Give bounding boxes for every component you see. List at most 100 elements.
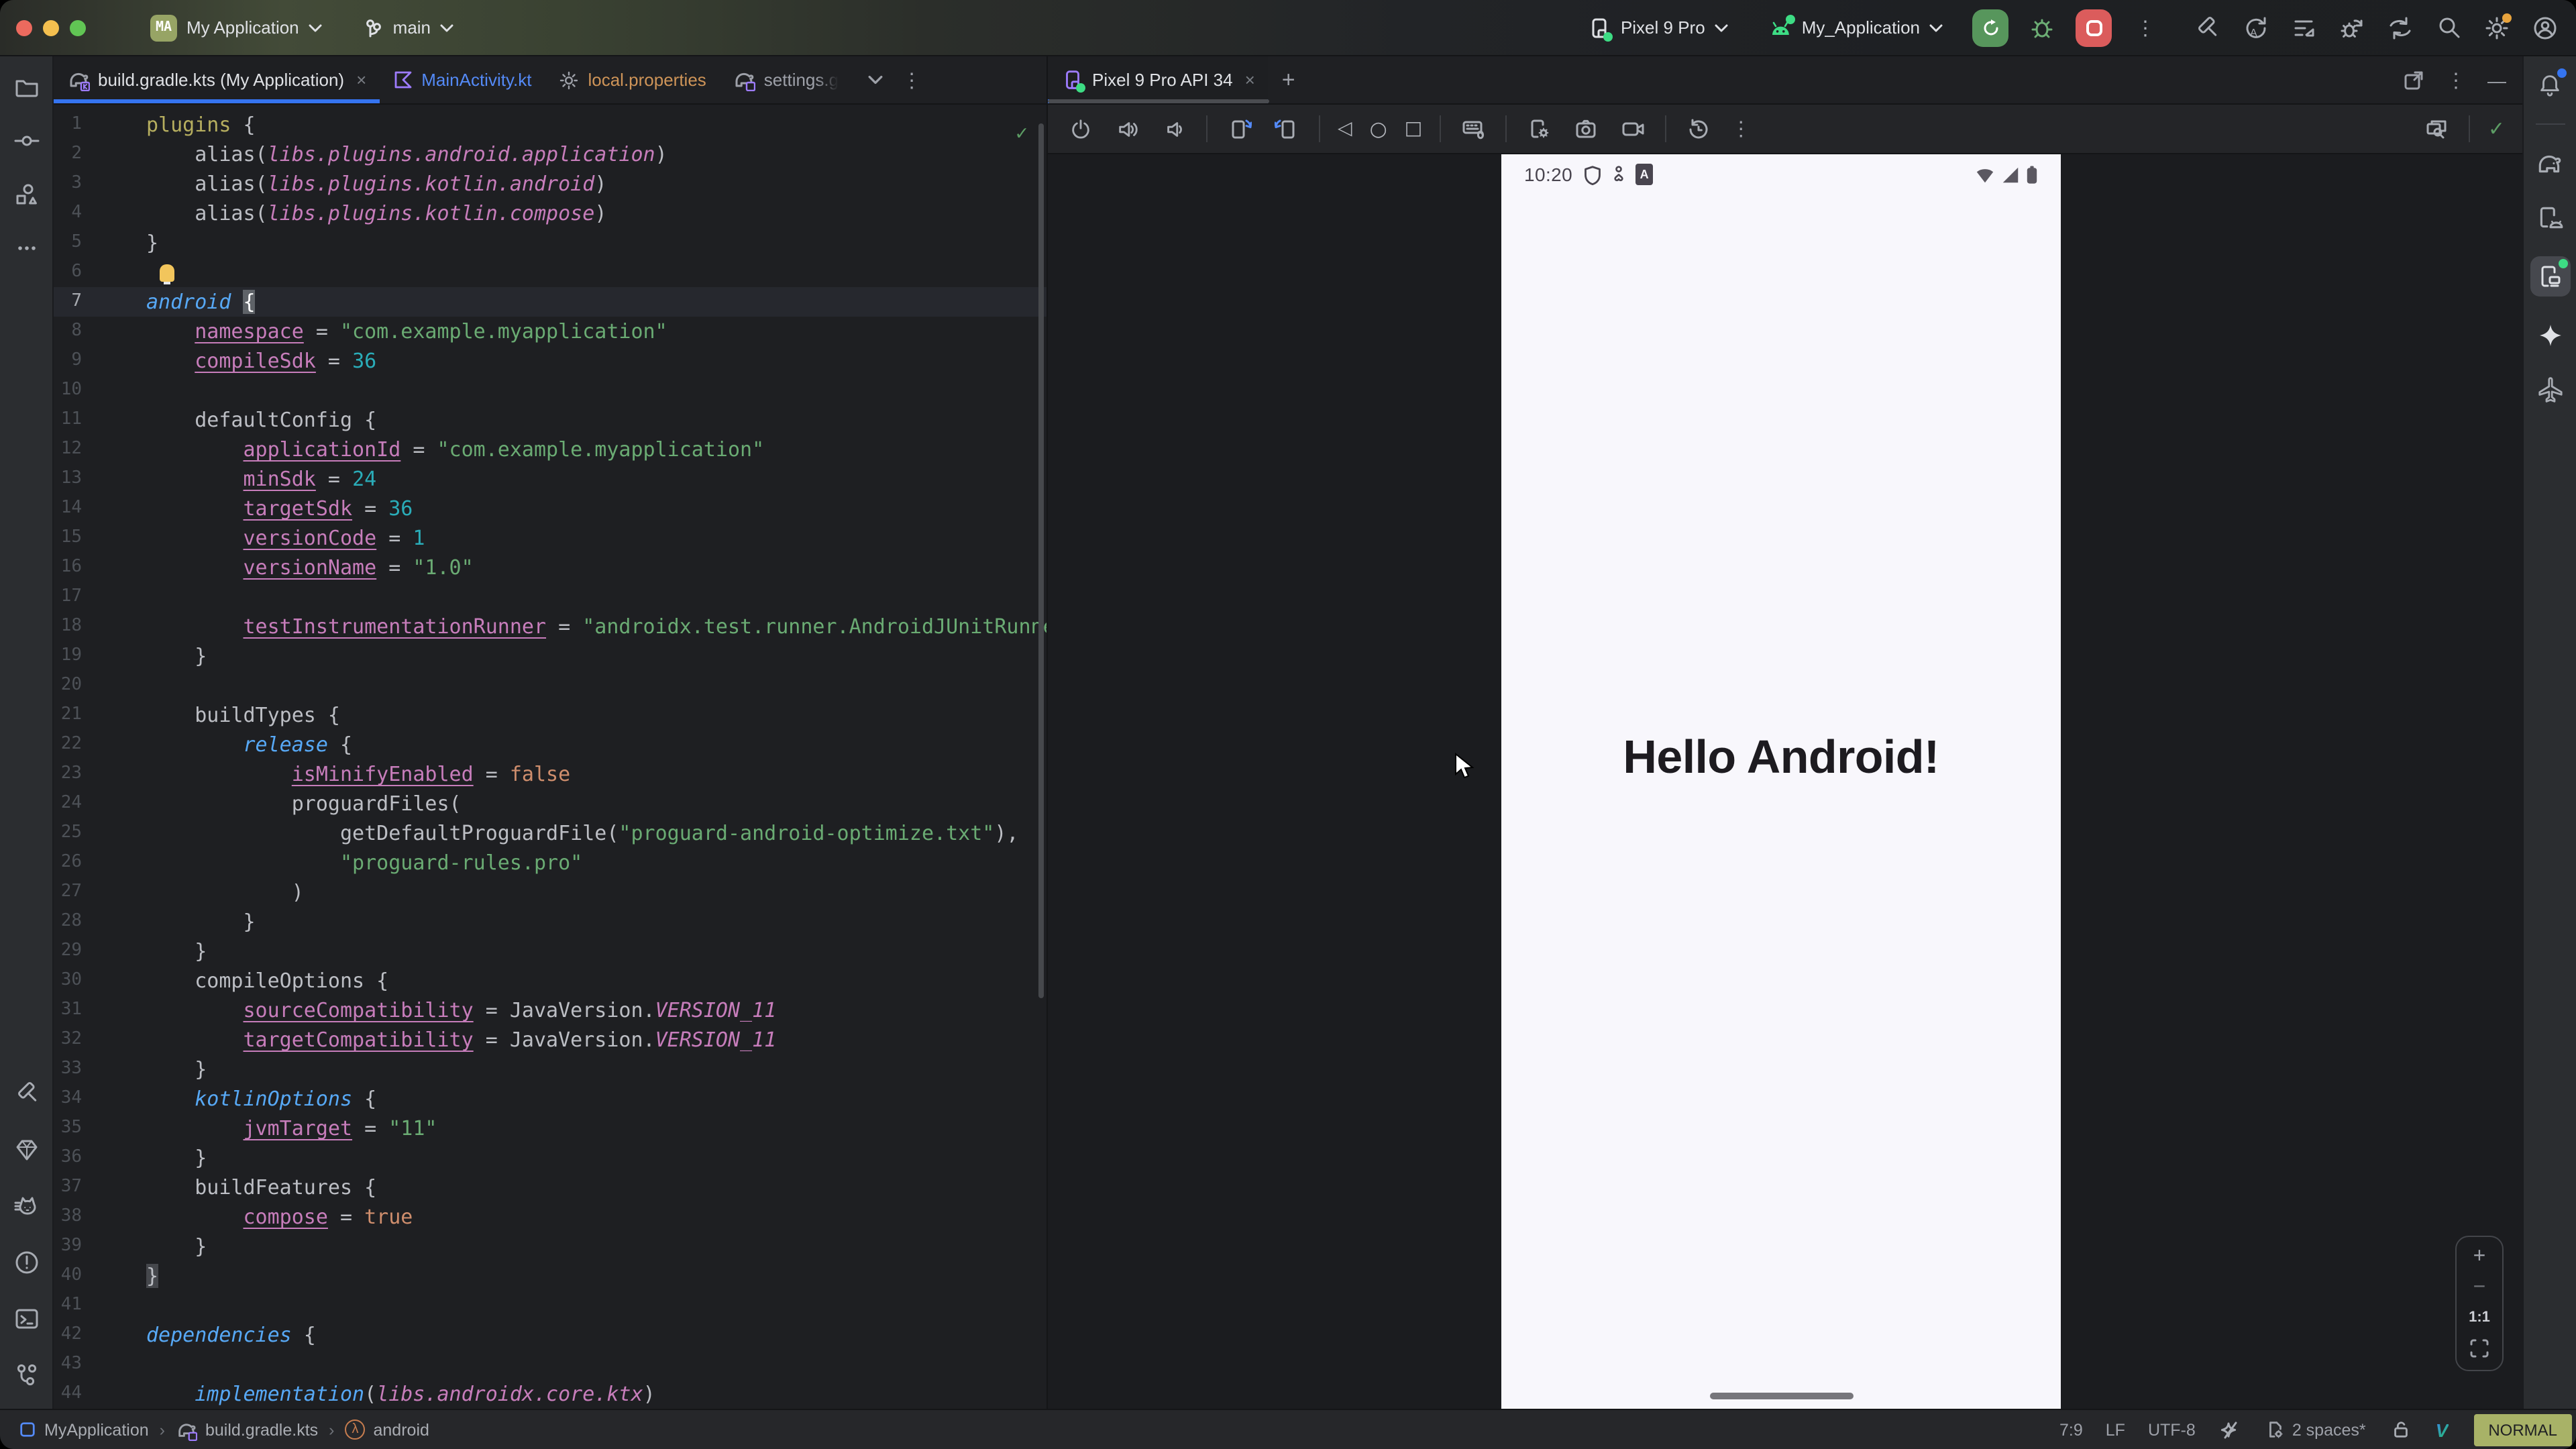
code-line[interactable]: 14 targetSdk = 36 — [54, 494, 1046, 523]
caret-position[interactable]: 7:9 — [2059, 1420, 2083, 1439]
back-button[interactable]: ◁ — [1338, 118, 1352, 140]
intention-bulb-icon[interactable] — [160, 264, 174, 282]
breadcrumb-module[interactable]: MyApplication — [19, 1420, 149, 1439]
tab-build-gradle[interactable]: build.gradle.kts (My Application) × — [54, 56, 380, 103]
terminal-tool-button[interactable] — [11, 1304, 41, 1334]
attach-debugger-button[interactable] — [2337, 13, 2367, 42]
project-tool-button[interactable] — [11, 72, 41, 102]
commit-tool-button[interactable] — [11, 126, 41, 156]
code-line[interactable]: 18 testInstrumentationRunner = "androidx… — [54, 612, 1046, 641]
device-reset-button[interactable] — [1684, 114, 1713, 144]
run-configuration-selector[interactable]: My_Application — [1758, 17, 1953, 38]
code-line[interactable]: 34 kotlinOptions { — [54, 1084, 1046, 1114]
code-line[interactable]: 16 versionName = "1.0" — [54, 553, 1046, 582]
gemini-tool-button[interactable] — [2535, 321, 2565, 350]
volume-up-button[interactable] — [1112, 114, 1142, 144]
code-line[interactable]: 12 applicationId = "com.example.myapplic… — [54, 435, 1046, 464]
sync-project-button[interactable] — [2385, 13, 2415, 42]
code-line[interactable]: 39 } — [54, 1232, 1046, 1261]
overview-button[interactable]: □ — [1405, 118, 1422, 140]
code-line[interactable]: 17 — [54, 582, 1046, 612]
tab-pixel-9-pro[interactable]: Pixel 9 Pro API 34 × — [1048, 56, 1269, 103]
code-line[interactable]: 5} — [54, 228, 1046, 258]
breadcrumb-element[interactable]: λ android — [345, 1419, 429, 1440]
code-line[interactable]: 7android { — [54, 287, 1046, 317]
profiler-button[interactable] — [2289, 13, 2318, 42]
code-line[interactable]: 6 — [54, 258, 1046, 287]
minimize-window-button[interactable] — [43, 19, 59, 36]
app-inspection-tool-button[interactable] — [11, 1135, 41, 1165]
settings-button[interactable] — [2482, 13, 2512, 42]
notifications-button[interactable] — [2535, 70, 2565, 99]
code-line[interactable]: 8 namespace = "com.example.myapplication… — [54, 317, 1046, 346]
stop-button[interactable] — [2076, 9, 2112, 46]
gradle-tool-button[interactable] — [2535, 149, 2565, 178]
code-line[interactable]: 29 } — [54, 936, 1046, 966]
code-line[interactable]: 37 buildFeatures { — [54, 1173, 1046, 1202]
code-line[interactable]: 38 compose = true — [54, 1202, 1046, 1232]
code-line[interactable]: 1plugins { — [54, 110, 1046, 140]
more-tool-windows-button[interactable] — [11, 233, 41, 263]
debug-button[interactable] — [2027, 13, 2057, 42]
build-button[interactable] — [2192, 13, 2222, 42]
code-line[interactable]: 35 jvmTarget = "11" — [54, 1114, 1046, 1143]
logcat-tool-button[interactable] — [11, 1191, 41, 1221]
tab-strip-scrollbar[interactable] — [1048, 99, 1269, 103]
hide-panel-icon[interactable]: — — [2487, 69, 2506, 91]
breadcrumb-file[interactable]: build.gradle.kts — [176, 1419, 318, 1440]
code-line[interactable]: 22 release { — [54, 730, 1046, 759]
code-line[interactable]: 40} — [54, 1261, 1046, 1291]
ideavim-logo-icon[interactable]: V — [2436, 1419, 2449, 1440]
hardware-input-button[interactable] — [1458, 114, 1488, 144]
apply-changes-button[interactable]: A — [2241, 13, 2270, 42]
code-line[interactable]: 44 implementation(libs.androidx.core.ktx… — [54, 1379, 1046, 1409]
code-line[interactable]: 28 } — [54, 907, 1046, 936]
code-line[interactable]: 9 compileSdk = 36 — [54, 346, 1046, 376]
tab-local-properties[interactable]: local.properties — [545, 56, 719, 103]
code-line[interactable]: 27 ) — [54, 877, 1046, 907]
code-line[interactable]: 15 versionCode = 1 — [54, 523, 1046, 553]
build-tool-button[interactable] — [11, 1079, 41, 1108]
version-control-tool-button[interactable] — [11, 1360, 41, 1390]
code-line[interactable]: 25 getDefaultProguardFile("proguard-andr… — [54, 818, 1046, 848]
show-hidden-tabs-chevron-icon[interactable] — [868, 75, 883, 85]
code-line[interactable]: 43 — [54, 1350, 1046, 1379]
run-options-kebab[interactable]: ⋮ — [2131, 13, 2160, 42]
zoom-window-button[interactable] — [70, 19, 86, 36]
code-editor[interactable]: 1plugins {2 alias(libs.plugins.android.a… — [54, 105, 1046, 1409]
account-button[interactable] — [2530, 13, 2560, 42]
code-line[interactable]: 21 buildTypes { — [54, 700, 1046, 730]
volume-down-button[interactable] — [1159, 114, 1189, 144]
emulator-screen[interactable]: 10:20 A Hello Android! — [1501, 154, 2061, 1409]
travel-mode-tool-button[interactable] — [2535, 374, 2565, 404]
fit-to-window-icon[interactable] — [2469, 1338, 2490, 1359]
tab-settings-gradle[interactable]: settings.g — [720, 56, 852, 103]
search-everywhere-button[interactable] — [2434, 13, 2463, 42]
zoom-in-button[interactable]: + — [2473, 1248, 2486, 1267]
code-line[interactable]: 26 "proguard-rules.pro" — [54, 848, 1046, 877]
close-tab-icon[interactable]: × — [1245, 70, 1255, 90]
file-writable-button[interactable] — [2389, 1417, 2413, 1442]
file-encoding[interactable]: UTF-8 — [2148, 1420, 2196, 1439]
code-line[interactable]: 36 } — [54, 1143, 1046, 1173]
problems-tool-button[interactable] — [11, 1248, 41, 1277]
code-line[interactable]: 20 — [54, 671, 1046, 700]
device-selector[interactable]: Pixel 9 Pro — [1576, 15, 1739, 40]
running-devices-tool-button[interactable] — [2530, 256, 2570, 297]
gesture-navigation-pill[interactable] — [1709, 1393, 1853, 1399]
code-line[interactable]: 30 compileOptions { — [54, 966, 1046, 996]
code-line[interactable]: 33 } — [54, 1055, 1046, 1084]
tab-options-kebab[interactable]: ⋮ — [902, 68, 922, 92]
code-line[interactable]: 32 targetCompatibility = JavaVersion.VER… — [54, 1025, 1046, 1055]
structure-tool-button[interactable] — [11, 180, 41, 209]
device-manager-tool-button[interactable] — [2535, 203, 2565, 232]
rotate-right-button[interactable] — [1272, 114, 1301, 144]
ui-check-button[interactable] — [2422, 114, 2452, 144]
code-line[interactable]: 24 proguardFiles( — [54, 789, 1046, 818]
open-in-window-icon[interactable] — [2403, 69, 2424, 91]
project-selector[interactable]: MA My Application — [140, 14, 333, 41]
new-device-tab-button[interactable]: + — [1269, 56, 1309, 103]
screenshot-button[interactable] — [1571, 114, 1601, 144]
zoom-out-button[interactable]: − — [2473, 1279, 2486, 1297]
power-button[interactable] — [1065, 114, 1095, 144]
